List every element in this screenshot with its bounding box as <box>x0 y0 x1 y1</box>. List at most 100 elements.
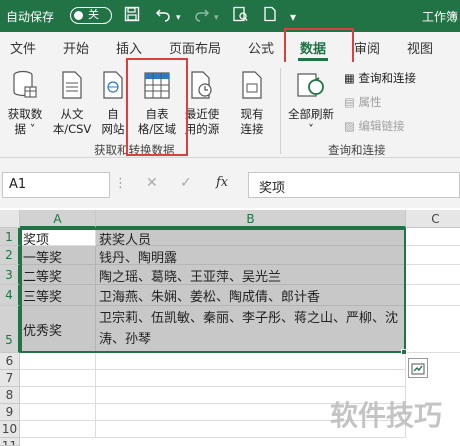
group-label-queries: 查询和连接 <box>328 143 386 157</box>
tab-formulas[interactable]: 公式 <box>248 38 274 57</box>
properties-button: ▤ 属性 <box>344 94 382 110</box>
title-bar: 自动保存 关 ▾ ▾ ▾ 工作簿 <box>0 0 460 32</box>
cell-a2[interactable]: 一等奖 <box>20 246 96 265</box>
cell-c5[interactable] <box>406 306 460 353</box>
ribbon: 获取数 据 ˅ 从文 本/CSV 自 网站 自表 格/区域 最近使 用的源 现有 <box>0 62 460 158</box>
refresh-all-label-2: ˅ <box>308 122 314 136</box>
from-web-label-2: 网站 <box>101 122 125 136</box>
existing-connections-label-2: 连接 <box>240 122 264 136</box>
redo-dropdown-icon: ▾ <box>214 13 219 23</box>
get-data-label-1: 获取数 <box>7 107 43 121</box>
window-title: 工作簿 <box>422 10 459 24</box>
row-header-5[interactable]: 5 <box>0 306 20 353</box>
queries-connections-button[interactable]: ▦ 查询和连接 <box>344 70 416 86</box>
from-text-label-1: 从文 <box>60 107 84 121</box>
properties-icon: ▤ <box>344 95 355 109</box>
autosave-state: 关 <box>88 8 99 21</box>
row-header-4[interactable]: 4 <box>0 285 20 306</box>
cell-a7[interactable] <box>20 370 96 387</box>
toggle-knob <box>74 10 83 20</box>
cell-a4[interactable]: 三等奖 <box>20 285 96 306</box>
from-web-button[interactable]: 自 网站 <box>98 70 128 137</box>
undo-dropdown-icon[interactable]: ▾ <box>176 9 181 27</box>
autosave-toggle[interactable]: 关 <box>70 7 112 24</box>
from-text-csv-button[interactable]: 从文 本/CSV <box>50 70 94 137</box>
row-header-7[interactable]: 7 <box>0 370 20 387</box>
web-icon <box>98 70 128 104</box>
cell-c4[interactable] <box>406 285 460 306</box>
from-web-label-1: 自 <box>107 107 119 121</box>
row-header-1[interactable]: 1 <box>0 228 20 246</box>
cell-b1[interactable]: 获奖人员 <box>96 228 406 246</box>
tab-view[interactable]: 视图 <box>407 38 433 57</box>
tab-page-layout[interactable]: 页面布局 <box>169 38 221 57</box>
autosave-label: 自动保存 <box>6 10 55 24</box>
cell-a10[interactable] <box>20 421 96 438</box>
cell-c3[interactable] <box>406 265 460 285</box>
select-all-corner[interactable] <box>0 210 20 228</box>
formula-input[interactable]: 奖项 <box>248 172 460 198</box>
column-header-c[interactable]: C <box>406 210 460 228</box>
existing-connections-button[interactable]: 现有 连接 <box>232 70 272 137</box>
cell-b7[interactable] <box>96 370 406 387</box>
column-header-b[interactable]: B <box>96 210 406 228</box>
cell-a6[interactable] <box>20 353 96 370</box>
undo-icon[interactable] <box>155 6 171 26</box>
queries-label: 查询和连接 <box>358 71 417 85</box>
quick-analysis-button[interactable] <box>408 358 428 378</box>
edit-links-icon: ▨ <box>344 119 355 133</box>
row-header-9[interactable]: 9 <box>0 404 20 421</box>
cell-a9[interactable] <box>20 404 96 421</box>
row-header-11[interactable]: 11 <box>0 438 20 446</box>
refresh-icon <box>286 70 336 104</box>
customize-toolbar-icon[interactable]: ▾ <box>290 8 296 26</box>
tab-review[interactable]: 审阅 <box>354 38 380 57</box>
watermark: 软件技巧 <box>330 399 443 432</box>
cell-c1[interactable] <box>406 228 460 246</box>
insert-function-icon[interactable]: fx <box>216 175 228 190</box>
properties-label: 属性 <box>358 95 382 109</box>
cell-b5[interactable]: 卫宗莉、伍凯敏、秦丽、李子彤、蒋之山、严柳、沈涛、孙琴 <box>96 306 406 353</box>
row-header-10[interactable]: 10 <box>0 421 20 438</box>
worksheet-grid: A B C 1 奖项 获奖人员 2 一等奖 钱丹、陶明露 3 二等奖 陶之瑶、葛… <box>0 208 460 446</box>
cell-a8[interactable] <box>20 387 96 404</box>
text-file-icon <box>50 70 94 104</box>
ribbon-tabs: 文件 开始 插入 页面布局 公式 数据 审阅 视图 <box>0 32 460 62</box>
group-separator <box>280 68 281 154</box>
cancel-icon: ✕ <box>146 175 158 191</box>
column-header-a[interactable]: A <box>20 210 96 228</box>
cell-a5[interactable]: 优秀奖 <box>20 306 96 353</box>
tab-file[interactable]: 文件 <box>10 38 36 57</box>
row-header-8[interactable]: 8 <box>0 387 20 404</box>
print-preview-icon[interactable] <box>232 6 248 26</box>
row-header-3[interactable]: 3 <box>0 265 20 285</box>
redo-icon <box>194 6 210 26</box>
cell-c2[interactable] <box>406 246 460 265</box>
new-file-icon[interactable] <box>262 6 278 26</box>
edit-links-button: ▨ 编辑链接 <box>344 118 405 134</box>
refresh-all-button[interactable]: 全部刷新 ˅ <box>286 70 336 137</box>
save-icon[interactable] <box>124 6 140 26</box>
highlight-box-from-table <box>126 58 188 156</box>
cell-a1[interactable]: 奖项 <box>20 228 96 246</box>
row-header-2[interactable]: 2 <box>0 246 20 265</box>
database-icon <box>4 70 46 104</box>
refresh-all-label-1: 全部刷新 <box>288 107 334 121</box>
cell-b3[interactable]: 陶之瑶、葛晓、王亚萍、吴光兰 <box>96 265 406 285</box>
edit-links-label: 编辑链接 <box>358 119 405 133</box>
cell-b2[interactable]: 钱丹、陶明露 <box>96 246 406 265</box>
get-data-label-2: 据 ˅ <box>14 122 36 136</box>
enter-icon: ✓ <box>180 175 192 191</box>
fill-handle[interactable] <box>401 349 407 355</box>
existing-connections-label-1: 现有 <box>240 107 264 121</box>
row-header-6[interactable]: 6 <box>0 353 20 370</box>
queries-icon: ▦ <box>344 71 355 85</box>
tab-home[interactable]: 开始 <box>63 38 89 57</box>
cell-a3[interactable]: 二等奖 <box>20 265 96 285</box>
cell-b4[interactable]: 卫海燕、朱娴、姜松、陶成倩、郎计香 <box>96 285 406 306</box>
get-data-button[interactable]: 获取数 据 ˅ <box>4 70 46 137</box>
formula-bar-handle-icon: ⋮ <box>114 176 127 191</box>
cell-b6[interactable] <box>96 353 406 370</box>
tab-insert[interactable]: 插入 <box>116 38 142 57</box>
name-box[interactable]: A1 <box>2 172 110 198</box>
